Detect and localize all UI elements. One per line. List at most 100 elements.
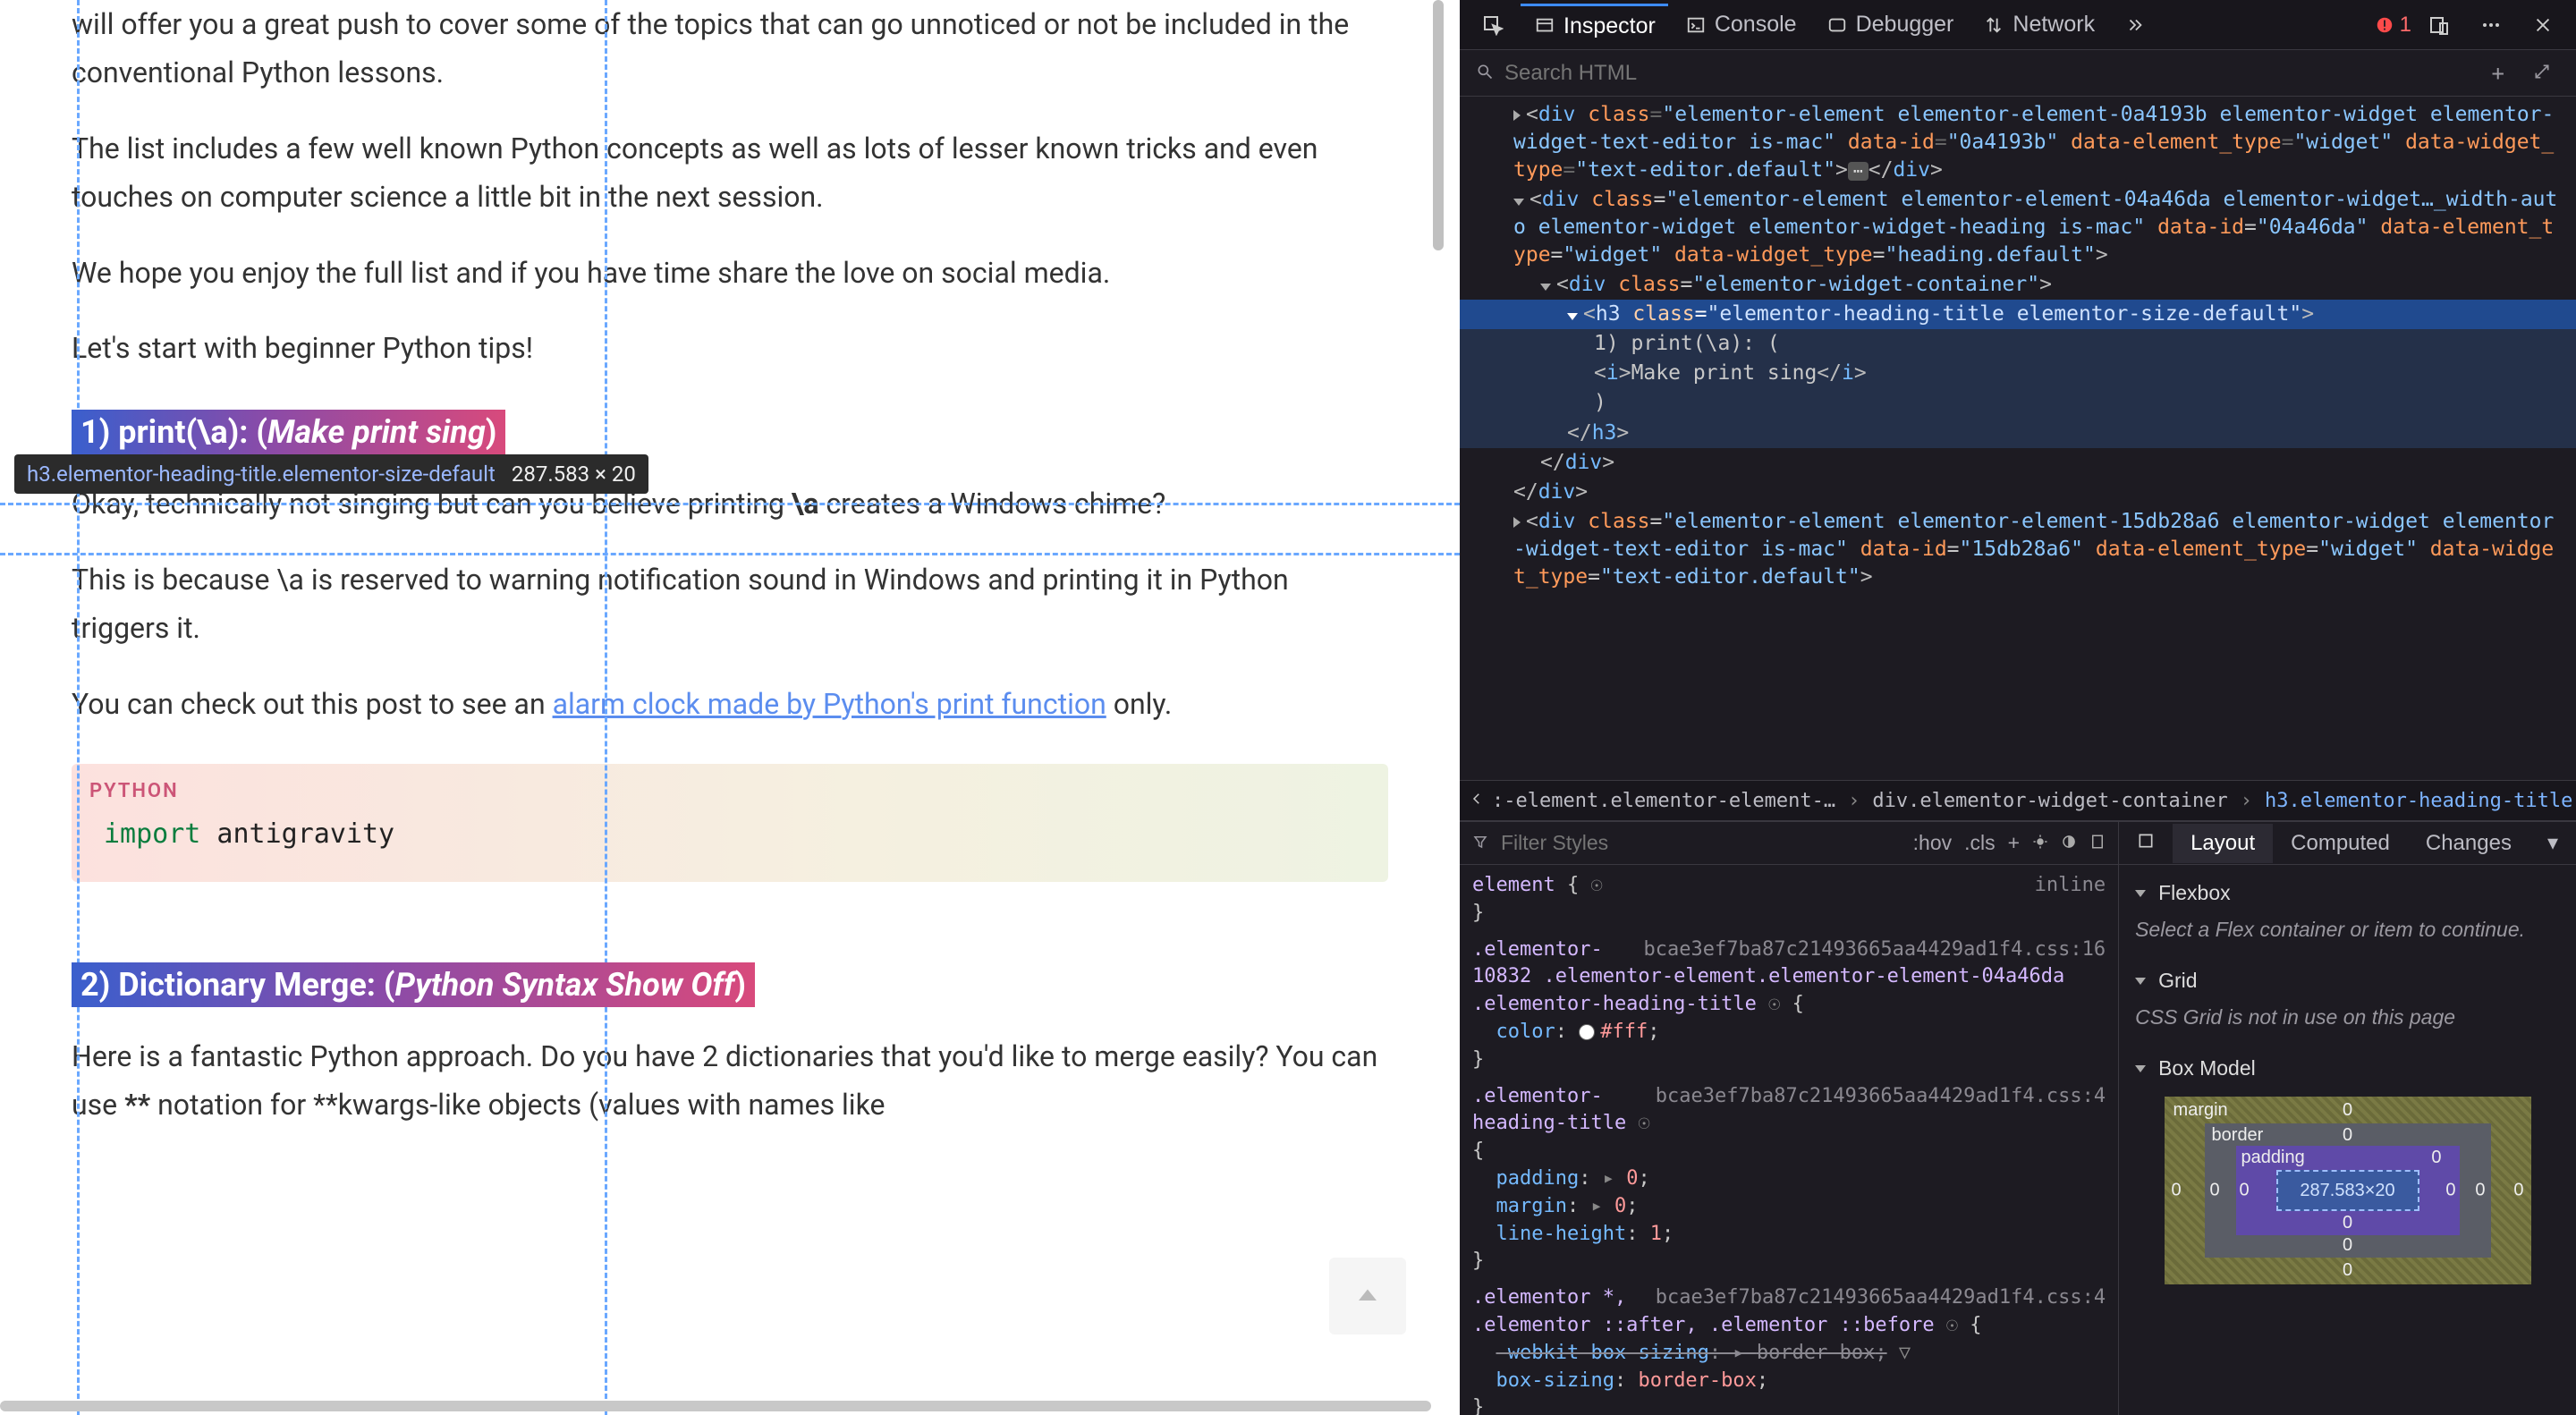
- tab-label: Inspector: [1563, 13, 1656, 39]
- css-rule[interactable]: bcae3ef7ba87c21493665aa4429ad1f4.css:4 .…: [1472, 1284, 2106, 1415]
- dom-node[interactable]: <div class="elementor-element elementor-…: [1460, 100, 2576, 185]
- dom-node[interactable]: <i>Make print sing</i>: [1460, 359, 2576, 388]
- tab-label: Network: [2012, 12, 2095, 38]
- bm-margin[interactable]: margin 0 0 0 0 border 0 0 0 0: [2165, 1097, 2531, 1284]
- vertical-scrollbar[interactable]: [1433, 0, 1444, 250]
- bold-text: **: [124, 1088, 150, 1122]
- search-html-input[interactable]: [1504, 61, 2472, 86]
- dom-text-node[interactable]: 1) print(\a): (: [1460, 329, 2576, 359]
- network-icon: [1982, 13, 2005, 37]
- css-source[interactable]: bcae3ef7ba87c21493665aa4429ad1f4.css:4: [1656, 1083, 2106, 1111]
- css-value[interactable]: #fff: [1600, 1021, 1648, 1043]
- css-source[interactable]: bcae3ef7ba87c21493665aa4429ad1f4.css:16: [1644, 936, 2106, 964]
- bm-value[interactable]: 0: [2343, 1260, 2352, 1281]
- sidepanel-icon-button[interactable]: [2119, 824, 2173, 863]
- dom-node[interactable]: <div class="elementor-element elementor-…: [1460, 185, 2576, 270]
- kebab-menu-button[interactable]: [2467, 6, 2515, 44]
- section-header[interactable]: Grid: [2135, 962, 2560, 1000]
- dom-node[interactable]: <div class="elementor-widget-container">: [1460, 270, 2576, 300]
- css-rule[interactable]: element { ☉inline}: [1472, 872, 2106, 928]
- dom-node-close[interactable]: </div>: [1460, 478, 2576, 507]
- css-property[interactable]: -webkit-box-sizing: [1496, 1342, 1709, 1364]
- bm-value[interactable]: 0: [2343, 1100, 2352, 1121]
- breadcrumb-item[interactable]: :-element.elementor-element-…: [1492, 790, 1835, 812]
- new-rule-button[interactable]: +: [2008, 831, 2020, 855]
- bm-value[interactable]: 0: [2513, 1181, 2523, 1201]
- code-name: antigravity: [200, 818, 394, 850]
- breadcrumb-back[interactable]: [1469, 790, 1485, 812]
- css-value[interactable]: 0: [1614, 1195, 1626, 1217]
- bm-value[interactable]: 0: [2240, 1181, 2250, 1201]
- css-rule[interactable]: bcae3ef7ba87c21493665aa4429ad1f4.css:16 …: [1472, 936, 2106, 1074]
- heading-text: ): [486, 413, 497, 451]
- inspector-guide-vertical: [77, 0, 80, 1415]
- dom-text: Make print sing: [1631, 361, 1818, 385]
- dom-node[interactable]: <div class="elementor-element elementor-…: [1460, 507, 2576, 592]
- css-property[interactable]: margin: [1496, 1195, 1567, 1217]
- inspector-tab[interactable]: Inspector: [1521, 4, 1668, 47]
- bm-value[interactable]: 0: [2445, 1181, 2455, 1201]
- horizontal-scrollbar[interactable]: [0, 1401, 1431, 1411]
- tab-more[interactable]: ▾: [2529, 823, 2576, 863]
- filter-icon: [1472, 831, 1488, 855]
- more-tabs-button[interactable]: [2111, 6, 2159, 44]
- tab-changes[interactable]: Changes: [2408, 824, 2529, 863]
- breadcrumb-item-current[interactable]: h3.elementor-heading-title.elementor-siz…: [2265, 790, 2576, 812]
- bm-value[interactable]: 0: [2475, 1181, 2485, 1201]
- css-value[interactable]: 1: [1650, 1223, 1662, 1245]
- error-indicator[interactable]: 1: [2375, 13, 2411, 38]
- bm-content[interactable]: 287.583×20: [2276, 1170, 2419, 1211]
- add-node-button[interactable]: +: [2483, 57, 2513, 89]
- bm-value[interactable]: 0: [2343, 1213, 2352, 1233]
- tab-computed[interactable]: Computed: [2273, 824, 2408, 863]
- hov-toggle[interactable]: :hov: [1913, 831, 1952, 855]
- rules-list[interactable]: element { ☉inline} bcae3ef7ba87c21493665…: [1460, 865, 2118, 1415]
- close-devtools-button[interactable]: [2519, 6, 2567, 44]
- bm-padding[interactable]: padding 0 0 0 0 287.583×20: [2236, 1146, 2460, 1235]
- debugger-tab[interactable]: Debugger: [1813, 4, 1967, 45]
- filter-styles-input[interactable]: [1501, 831, 1901, 855]
- css-source[interactable]: bcae3ef7ba87c21493665aa4429ad1f4.css:4: [1656, 1284, 2106, 1312]
- bm-value[interactable]: 0: [2210, 1181, 2220, 1201]
- contrast-toggle[interactable]: [2061, 831, 2077, 855]
- css-value[interactable]: border-box: [1638, 1369, 1756, 1392]
- section-header[interactable]: Flexbox: [2135, 874, 2560, 912]
- dom-node-selected[interactable]: <h3 class="elementor-heading-title eleme…: [1460, 300, 2576, 329]
- section-header[interactable]: Box Model: [2135, 1049, 2560, 1088]
- devtools-toolbar: Inspector Console Debugger Network 1: [1460, 0, 2576, 50]
- paragraph: This is because \a is reserved to warnin…: [72, 555, 1388, 653]
- bm-value[interactable]: 0: [2343, 1125, 2352, 1146]
- bm-value[interactable]: 0: [2343, 1235, 2352, 1256]
- dom-text-node[interactable]: ): [1460, 388, 2576, 418]
- network-tab[interactable]: Network: [1970, 4, 2107, 45]
- cls-toggle[interactable]: .cls: [1964, 831, 1996, 855]
- scroll-to-top-button[interactable]: [1329, 1258, 1406, 1335]
- css-value[interactable]: border-box: [1757, 1342, 1875, 1364]
- text: only.: [1106, 687, 1173, 721]
- css-property[interactable]: box-sizing: [1496, 1369, 1614, 1392]
- dom-tree[interactable]: <div class="elementor-element elementor-…: [1460, 97, 2576, 780]
- color-swatch[interactable]: [1579, 1024, 1595, 1040]
- dom-node-close[interactable]: </h3>: [1460, 419, 2576, 448]
- bm-value[interactable]: 0: [2172, 1181, 2182, 1201]
- responsive-mode-button[interactable]: [2415, 6, 2463, 44]
- inline-link[interactable]: alarm clock made by Python's print funct…: [553, 687, 1106, 721]
- css-property[interactable]: padding: [1496, 1167, 1580, 1190]
- tab-layout[interactable]: Layout: [2173, 824, 2273, 863]
- bm-border[interactable]: border 0 0 0 0 padding 0 0 0: [2205, 1123, 2491, 1258]
- dom-node-close[interactable]: </div>: [1460, 448, 2576, 478]
- element-picker-button[interactable]: [1469, 6, 1517, 44]
- box-model-diagram[interactable]: margin 0 0 0 0 border 0 0 0 0: [2135, 1097, 2560, 1284]
- expand-button[interactable]: [2524, 57, 2560, 89]
- bm-value[interactable]: 0: [2431, 1148, 2441, 1168]
- css-property[interactable]: color: [1496, 1021, 1555, 1043]
- breadcrumb-item[interactable]: div.elementor-widget-container: [1872, 790, 2227, 812]
- code-keyword: import: [104, 818, 200, 850]
- css-property[interactable]: line-height: [1496, 1223, 1627, 1245]
- light-dark-toggle[interactable]: [2032, 831, 2048, 855]
- css-value[interactable]: 0: [1626, 1167, 1638, 1190]
- console-tab[interactable]: Console: [1672, 4, 1809, 45]
- tab-label: Debugger: [1856, 12, 1954, 38]
- print-toggle[interactable]: [2089, 831, 2106, 855]
- css-rule[interactable]: bcae3ef7ba87c21493665aa4429ad1f4.css:4 .…: [1472, 1083, 2106, 1276]
